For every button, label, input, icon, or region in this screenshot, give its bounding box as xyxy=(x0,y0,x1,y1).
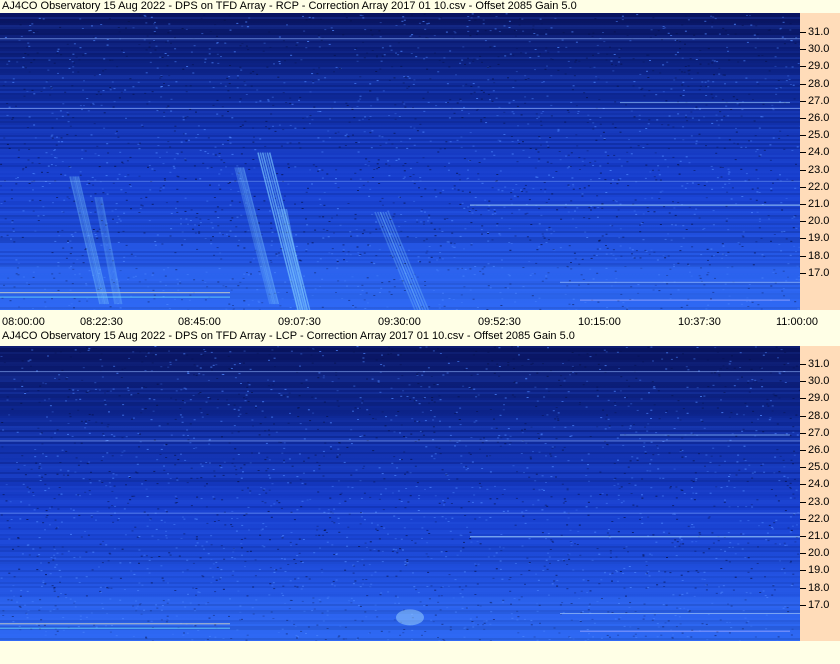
freq-tick xyxy=(800,100,806,102)
freq-tick-label: 27.0 xyxy=(808,426,830,439)
freq-tick-label: 22.0 xyxy=(808,180,830,193)
freq-tick xyxy=(800,364,806,365)
freq-tick-label: 26.0 xyxy=(808,112,830,124)
time-tick-label: 08:45:00 xyxy=(178,316,221,328)
freq-tick xyxy=(800,570,806,572)
freq-tick xyxy=(800,415,806,417)
rcp-frequency-axis: 31.0 30.0 29.0 28.0 27.0 26.0 25.0 24.0 23.0 22.0… xyxy=(800,13,840,310)
lcp-frequency-axis: 31.0 30.0 29.0 28.0 27.0 26.0 25.0 24.0 23.0 22.0… xyxy=(800,346,840,641)
time-tick-label: 10:15:00 xyxy=(578,316,621,328)
time-tick-label: 11:00:00 xyxy=(776,316,819,328)
freq-tick-label: 20.0 xyxy=(808,215,830,228)
freq-tick xyxy=(800,118,806,119)
freq-tick xyxy=(800,450,806,451)
freq-tick xyxy=(800,32,806,33)
freq-tick xyxy=(800,238,806,240)
freq-tick-label: 31.0 xyxy=(808,358,830,370)
freq-tick-label: 22.0 xyxy=(808,512,830,525)
freq-tick-label: 29.0 xyxy=(808,60,830,73)
freq-tick-label: 28.0 xyxy=(808,77,830,90)
freq-tick-label: 23.0 xyxy=(808,495,830,508)
freq-tick xyxy=(800,536,806,537)
lcp-spectrogram[interactable] xyxy=(0,346,800,641)
freq-tick-label: 21.0 xyxy=(808,198,830,210)
freq-tick xyxy=(800,484,806,486)
freq-tick xyxy=(800,501,806,503)
time-tick-label: 08:22:30 xyxy=(80,316,123,328)
freq-tick xyxy=(800,467,806,469)
freq-tick-label: 29.0 xyxy=(808,392,830,405)
freq-tick xyxy=(800,272,806,274)
freq-tick-label: 17.0 xyxy=(808,266,830,279)
time-tick-label: 09:30:00 xyxy=(378,316,421,328)
freq-tick xyxy=(800,169,806,171)
freq-tick-label: 19.0 xyxy=(808,232,830,245)
freq-tick-label: 23.0 xyxy=(808,163,830,176)
freq-tick-label: 18.0 xyxy=(808,249,830,262)
freq-tick xyxy=(800,83,806,85)
freq-tick-label: 30.0 xyxy=(808,375,830,388)
freq-tick-label: 26.0 xyxy=(808,444,830,456)
freq-tick-label: 25.0 xyxy=(808,461,830,474)
rcp-spectrogram[interactable] xyxy=(0,13,800,310)
freq-tick xyxy=(800,152,806,154)
freq-tick xyxy=(800,186,806,188)
freq-tick xyxy=(800,587,806,589)
freq-tick-label: 24.0 xyxy=(808,478,830,491)
freq-tick-label: 25.0 xyxy=(808,129,830,142)
freq-tick-label: 19.0 xyxy=(808,564,830,577)
spectrogram-image xyxy=(0,346,800,641)
freq-tick xyxy=(800,221,806,223)
rcp-panel-title: AJ4CO Observatory 15 Aug 2022 - DPS on T… xyxy=(2,0,577,12)
lcp-panel-title: AJ4CO Observatory 15 Aug 2022 - DPS on T… xyxy=(2,330,575,342)
freq-tick xyxy=(800,49,806,51)
freq-tick xyxy=(800,553,806,555)
time-tick-label: 08:00:00 xyxy=(2,316,45,328)
freq-tick-label: 31.0 xyxy=(808,26,830,38)
freq-tick xyxy=(800,398,806,400)
freq-tick-label: 24.0 xyxy=(808,146,830,159)
freq-tick-label: 20.0 xyxy=(808,547,830,560)
time-tick-label: 09:52:30 xyxy=(478,316,521,328)
freq-tick xyxy=(800,432,806,434)
time-tick-label: 10:37:30 xyxy=(678,316,721,328)
bottom-strip xyxy=(0,644,840,664)
freq-tick xyxy=(800,135,806,137)
freq-tick xyxy=(800,381,806,383)
freq-tick-label: 27.0 xyxy=(808,94,830,107)
time-tick-label: 09:07:30 xyxy=(278,316,321,328)
spectrogram-image xyxy=(0,13,800,310)
freq-tick xyxy=(800,204,806,205)
freq-tick-label: 30.0 xyxy=(808,43,830,56)
rcp-time-axis: 08:00:00 08:22:30 08:45:00 09:07:30 09:30:00… xyxy=(0,316,840,329)
freq-tick-label: 17.0 xyxy=(808,598,830,611)
lcp-panel: AJ4CO Observatory 15 Aug 2022 - DPS on T… xyxy=(0,330,840,644)
freq-tick xyxy=(800,518,806,520)
freq-tick-label: 28.0 xyxy=(808,409,830,422)
freq-tick xyxy=(800,66,806,68)
rcp-panel: AJ4CO Observatory 15 Aug 2022 - DPS on T… xyxy=(0,0,840,330)
freq-tick xyxy=(800,255,806,257)
freq-tick-label: 21.0 xyxy=(808,530,830,542)
freq-tick xyxy=(800,604,806,606)
freq-tick-label: 18.0 xyxy=(808,581,830,594)
